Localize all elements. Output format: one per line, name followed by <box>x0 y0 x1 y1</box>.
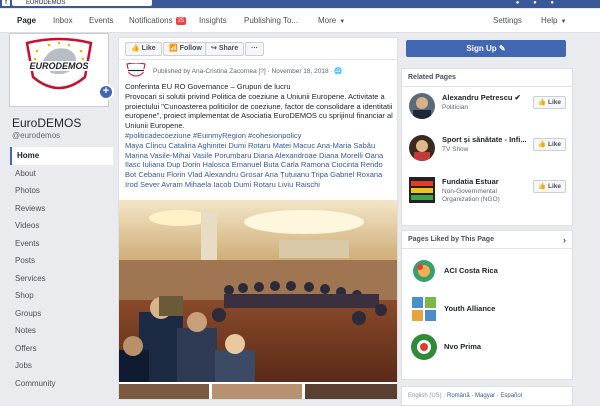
nav-item-shop[interactable]: Shop <box>10 287 113 305</box>
liked-page-name[interactable]: Youth Alliance <box>444 304 495 313</box>
like-related-page-button[interactable]: 👍 Like <box>533 96 566 109</box>
nav-item-home[interactable]: Home <box>10 147 113 165</box>
top-bar-icons[interactable]: ● ● ● <box>516 0 560 6</box>
globe-icon: 🌐 <box>334 68 343 75</box>
post-author-logo-icon[interactable] <box>125 63 147 79</box>
follow-label: Follow <box>179 45 202 52</box>
like-page-button[interactable]: 👍 Like <box>125 42 162 56</box>
nav-item-notes[interactable]: Notes <box>10 322 113 340</box>
share-icon: ↪ <box>211 45 219 52</box>
related-page-category: Politician <box>442 104 469 111</box>
post-photo[interactable] <box>119 200 397 382</box>
nav-item-about[interactable]: About <box>10 165 113 183</box>
tab-inbox[interactable]: Inbox <box>53 16 73 25</box>
related-page-avatar[interactable] <box>409 135 435 161</box>
pages-liked-card: Pages Liked by This Page › ACI Costa Rica… <box>401 230 573 380</box>
tab-help[interactable]: Help ▼ <box>541 16 566 25</box>
post-photo-thumbnails[interactable] <box>119 384 397 399</box>
nav-item-events[interactable]: Events <box>10 235 113 253</box>
page-action-bar: 👍 Like 📶 Follow ↪ Share ··· <box>119 38 397 60</box>
post-text: Conferinta EU RO Governance – Grupuri de… <box>125 82 395 190</box>
like-label: Like <box>141 45 156 52</box>
liked-page-item[interactable]: ACI Costa Rica <box>402 253 572 289</box>
like-related-page-button[interactable]: 👍 Like <box>533 138 566 151</box>
post-meta: Published by Ana-Cristina Zacornea [?] ·… <box>153 67 342 75</box>
related-page-item[interactable]: Alexandru Petrescu ✔ Politician 👍 Like <box>402 87 572 125</box>
tab-events[interactable]: Events <box>89 16 113 25</box>
related-page-item[interactable]: Sport și sănătate - Infi... TV Show 👍 Li… <box>402 129 572 167</box>
pages-liked-title: Pages Liked by This Page › <box>402 231 572 249</box>
like-icon: 👍 <box>131 45 142 52</box>
page-tabs: Page Inbox Events Notifications 25 Insigh… <box>0 9 600 33</box>
nav-item-photos[interactable]: Photos <box>10 182 113 200</box>
profile-picture[interactable]: EURODEMOS <box>10 34 108 106</box>
related-page-avatar[interactable] <box>409 177 435 203</box>
chevron-down-icon: ▼ <box>560 19 567 25</box>
more-options-button[interactable]: ··· <box>245 42 264 56</box>
pages-liked-title-text: Pages Liked by This Page <box>408 236 494 243</box>
nav-item-reviews[interactable]: Reviews <box>10 200 113 218</box>
published-by-text: Published by Ana-Cristina Zacornea [?] ·… <box>153 68 333 75</box>
tab-notifications-label: Notifications <box>129 16 173 25</box>
liked-page-item[interactable]: Nvo Prima <box>402 329 572 365</box>
liked-page-avatar[interactable] <box>411 258 437 284</box>
chevron-right-icon[interactable]: › <box>563 235 566 245</box>
language-links[interactable]: Română · Magyar · Español <box>447 393 522 399</box>
like-related-page-button[interactable]: 👍 Like <box>533 180 566 193</box>
liked-page-item[interactable]: Youth Alliance <box>402 291 572 327</box>
nav-item-services[interactable]: Services <box>10 270 113 288</box>
nav-item-videos[interactable]: Videos <box>10 217 113 235</box>
tab-more[interactable]: More ▼ <box>318 16 345 25</box>
add-photo-button[interactable]: + <box>98 84 114 100</box>
tab-settings[interactable]: Settings <box>493 16 522 25</box>
liked-page-name[interactable]: Nvo Prima <box>444 342 481 351</box>
page-name: EuroDEMOS <box>12 116 82 130</box>
related-page-category: Non-Governmental Organization (NGO) <box>442 188 500 203</box>
post-tagged-people[interactable]: Maya Clincu Catalina Aghinitei Dumi Rota… <box>125 141 395 190</box>
logo-text: EURODEMOS <box>29 61 88 71</box>
tab-page[interactable]: Page <box>17 16 36 25</box>
tab-help-label: Help <box>541 16 558 25</box>
nav-item-groups[interactable]: Groups <box>10 305 113 323</box>
related-page-name[interactable]: Alexandru Petrescu ✔ <box>442 93 534 102</box>
page-nav: Home About Photos Reviews Videos Events … <box>10 147 113 392</box>
related-pages-title: Related Pages <box>402 69 572 87</box>
page-handle[interactable]: @eurodemos <box>12 131 60 140</box>
notifications-badge: 25 <box>175 17 187 25</box>
tab-publishing[interactable]: Publishing To... <box>244 16 298 25</box>
liked-page-avatar[interactable] <box>411 334 437 360</box>
tab-notifications[interactable]: Notifications 25 <box>129 16 187 25</box>
tab-insights[interactable]: Insights <box>199 16 227 25</box>
post-card: 👍 Like 📶 Follow ↪ Share ··· Published by… <box>118 37 398 400</box>
share-button[interactable]: ↪ Share <box>205 42 245 56</box>
language-footer: English (US) · Română · Magyar · Español <box>401 386 573 406</box>
post-hashtags[interactable]: #politicadecoeziune #EuinmyRegion #cohes… <box>125 131 395 141</box>
related-page-avatar[interactable] <box>409 93 435 119</box>
post-text-title: Conferinta EU RO Governance – Grupuri de… <box>125 82 291 91</box>
search-input[interactable]: EURODEMOS <box>12 0 152 6</box>
eurodemos-logo-icon: EURODEMOS <box>13 37 105 103</box>
related-page-item[interactable]: Fundatia Estuar Non-Governmental Organiz… <box>402 171 572 209</box>
liked-page-name[interactable]: ACI Costa Rica <box>444 266 498 275</box>
related-page-name[interactable]: Sport și sănătate - Infi... <box>442 135 534 144</box>
chevron-down-icon: ▼ <box>339 19 346 25</box>
nav-item-jobs[interactable]: Jobs <box>10 357 113 375</box>
share-label: Share <box>218 45 239 52</box>
post-text-body: Provocari si solutii privind Politica de… <box>125 91 393 131</box>
related-page-category: TV Show <box>442 146 469 153</box>
related-pages-card: Related Pages Alexandru Petrescu ✔ Polit… <box>401 68 573 226</box>
nav-item-offers[interactable]: Offers <box>10 340 113 358</box>
top-bar: f EURODEMOS ● ● ● <box>0 0 600 8</box>
facebook-logo-icon[interactable]: f <box>2 0 10 6</box>
follow-icon: 📶 <box>169 45 180 52</box>
sign-up-button[interactable]: Sign Up ✎ <box>406 40 566 57</box>
current-language: English (US) · <box>408 393 446 399</box>
tab-more-label: More <box>318 16 337 25</box>
follow-button[interactable]: 📶 Follow <box>163 42 208 56</box>
related-page-name[interactable]: Fundatia Estuar <box>442 177 534 186</box>
nav-item-community[interactable]: Community <box>10 375 113 393</box>
liked-page-avatar[interactable] <box>411 296 437 322</box>
nav-item-posts[interactable]: Posts <box>10 252 113 270</box>
